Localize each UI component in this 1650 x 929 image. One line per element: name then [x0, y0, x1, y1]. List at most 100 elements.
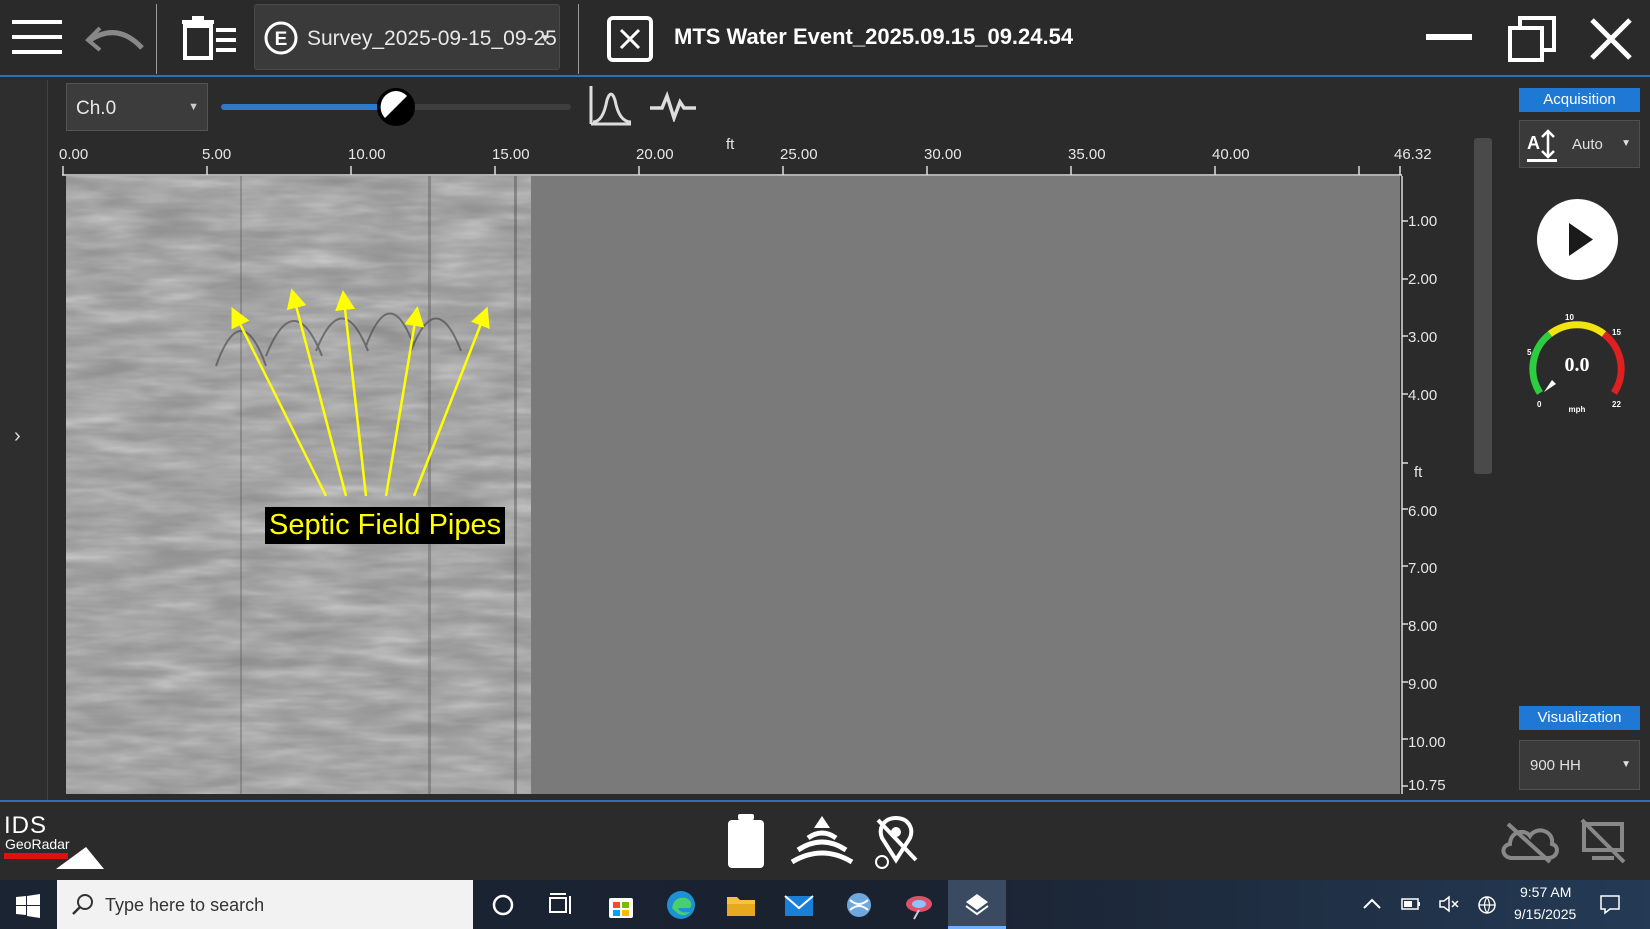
ruler-tick-marks [62, 166, 1402, 176]
brand-logo-mark [4, 847, 104, 869]
taskbar-search-box[interactable]: Type here to search [57, 880, 473, 929]
gain-slider-fill [221, 104, 396, 110]
acquisition-mode-value: Auto [1572, 136, 1603, 153]
active-app-tab[interactable] [948, 880, 1006, 929]
cloud-offline-icon [1501, 822, 1559, 864]
depth-tick: 3.00 [1408, 329, 1438, 346]
speed-value: 0.0 [1565, 354, 1590, 376]
speed-gauge: 0 5 10 15 22 0.0 mph [1527, 313, 1625, 414]
gauge-tick: 5 [1527, 348, 1532, 357]
survey-e-icon: E [264, 21, 298, 55]
georadar-app-icon [965, 894, 989, 916]
delete-list-icon[interactable] [182, 16, 238, 62]
app-satellite-icon[interactable] [902, 888, 936, 922]
toolbar-divider [578, 4, 579, 74]
channel-label: Ch.0 [76, 98, 117, 119]
radar-antenna-icon [790, 816, 854, 865]
annotation-arrows [231, 288, 490, 497]
device-disconnected-icon [1580, 818, 1626, 864]
edge-browser-icon[interactable] [664, 888, 698, 922]
notification-center-icon[interactable] [1598, 892, 1622, 916]
waveform-icon[interactable] [650, 90, 696, 122]
gauge-tick: 15 [1612, 328, 1621, 337]
depth-tick-marks [1401, 176, 1408, 794]
acquisition-header: Acquisition [1519, 88, 1640, 112]
gain-slider-contrast-icon[interactable] [376, 87, 416, 127]
ruler-tick: 5.00 [202, 146, 232, 163]
search-icon [72, 894, 93, 915]
chevron-right-icon[interactable]: › [14, 425, 21, 448]
depth-tick: 6.00 [1408, 503, 1438, 520]
play-icon [1569, 223, 1593, 256]
gauge-needle [1544, 380, 1556, 392]
file-explorer-icon[interactable] [724, 888, 758, 922]
svg-text:E: E [275, 29, 288, 50]
depth-tick: 7.00 [1408, 560, 1438, 577]
ruler-tick: 25.00 [780, 146, 818, 163]
gps-disabled-icon [875, 815, 918, 869]
ruler-tick: 40.00 [1212, 146, 1250, 163]
microsoft-store-icon[interactable] [604, 888, 638, 922]
ruler-tick: 0.00 [59, 146, 89, 163]
depth-tick: 4.00 [1408, 387, 1438, 404]
channel-select[interactable]: Ch.0 ▼ [66, 83, 208, 131]
search-placeholder: Type here to search [105, 895, 265, 915]
windows-start-icon[interactable] [16, 894, 40, 918]
play-button[interactable] [1537, 199, 1618, 280]
depth-tick: 10.75 [1408, 777, 1446, 794]
clock-time[interactable]: 9:57 AM [1520, 884, 1571, 900]
survey-select[interactable]: E Survey_2025-09-15_09-25 ▼ [254, 4, 560, 70]
visualization-mode-select[interactable]: 900 HH ▼ [1519, 740, 1640, 790]
event-title: MTS Water Event_2025.09.15_09.24.54 [674, 24, 1074, 49]
acquisition-mode-select[interactable]: A Auto ▼ [1519, 120, 1640, 168]
left-collapsed-panel[interactable] [0, 80, 48, 800]
restore-icon[interactable] [1508, 16, 1556, 62]
ruler-unit: ft [726, 136, 735, 153]
ruler-tick: 10.00 [348, 146, 386, 163]
cortana-icon[interactable] [486, 888, 520, 922]
mail-icon[interactable] [782, 888, 816, 922]
clock-date[interactable]: 9/15/2025 [1514, 906, 1576, 922]
range-icon: A [1527, 129, 1557, 162]
battery-status-icon[interactable] [1400, 894, 1422, 914]
visualization-header: Visualization [1519, 706, 1640, 730]
close-event-icon[interactable] [607, 16, 653, 62]
annotation-label: Septic Field Pipes [265, 507, 506, 544]
close-icon[interactable] [1588, 16, 1634, 62]
app-globe-icon[interactable] [842, 888, 876, 922]
hamburger-menu-icon[interactable] [10, 14, 64, 60]
ruler-tick: 20.00 [636, 146, 674, 163]
depth-tick: 1.00 [1408, 213, 1438, 230]
volume-muted-icon[interactable] [1438, 894, 1460, 914]
chevron-down-icon: ▼ [188, 101, 199, 113]
ruler-tick: 30.00 [924, 146, 962, 163]
gauge-tick: 22 [1612, 400, 1621, 409]
depth-tick: 10.00 [1408, 734, 1446, 751]
radargram-canvas[interactable] [66, 176, 1400, 794]
gauge-tick: 0 [1537, 400, 1542, 409]
ruler-tick: 15.00 [492, 146, 530, 163]
ruler-tick: 35.00 [1068, 146, 1106, 163]
speed-unit: mph [1569, 405, 1586, 414]
ruler-tick: 46.32 [1394, 146, 1432, 163]
show-hidden-icons-icon[interactable] [1362, 896, 1382, 912]
vertical-scrollbar[interactable] [1474, 138, 1492, 474]
visualization-mode-value: 900 HH [1530, 757, 1581, 774]
network-globe-icon[interactable] [1476, 894, 1498, 916]
depth-tick: 8.00 [1408, 618, 1438, 635]
depth-tick: 9.00 [1408, 676, 1438, 693]
depth-ruler: 1.00 2.00 3.00 4.00 ft 6.00 7.00 8.00 9.… [1400, 176, 1470, 796]
depth-tick: 2.00 [1408, 271, 1438, 288]
minimize-icon[interactable] [1424, 22, 1474, 52]
chevron-down-icon: ▼ [1621, 138, 1631, 149]
chevron-down-icon: ▼ [539, 31, 551, 45]
depth-unit: ft [1414, 464, 1423, 481]
battery-icon [728, 814, 764, 868]
toolbar-divider [156, 4, 157, 74]
title-bar: E Survey_2025-09-15_09-25 ▼ MTS Water Ev… [0, 0, 1650, 77]
task-view-icon[interactable] [544, 888, 578, 922]
undo-icon[interactable] [84, 20, 146, 56]
gaussian-filter-icon[interactable] [589, 84, 633, 128]
gauge-tick: 10 [1565, 313, 1574, 322]
survey-name: Survey_2025-09-15_09-25 [307, 27, 557, 50]
